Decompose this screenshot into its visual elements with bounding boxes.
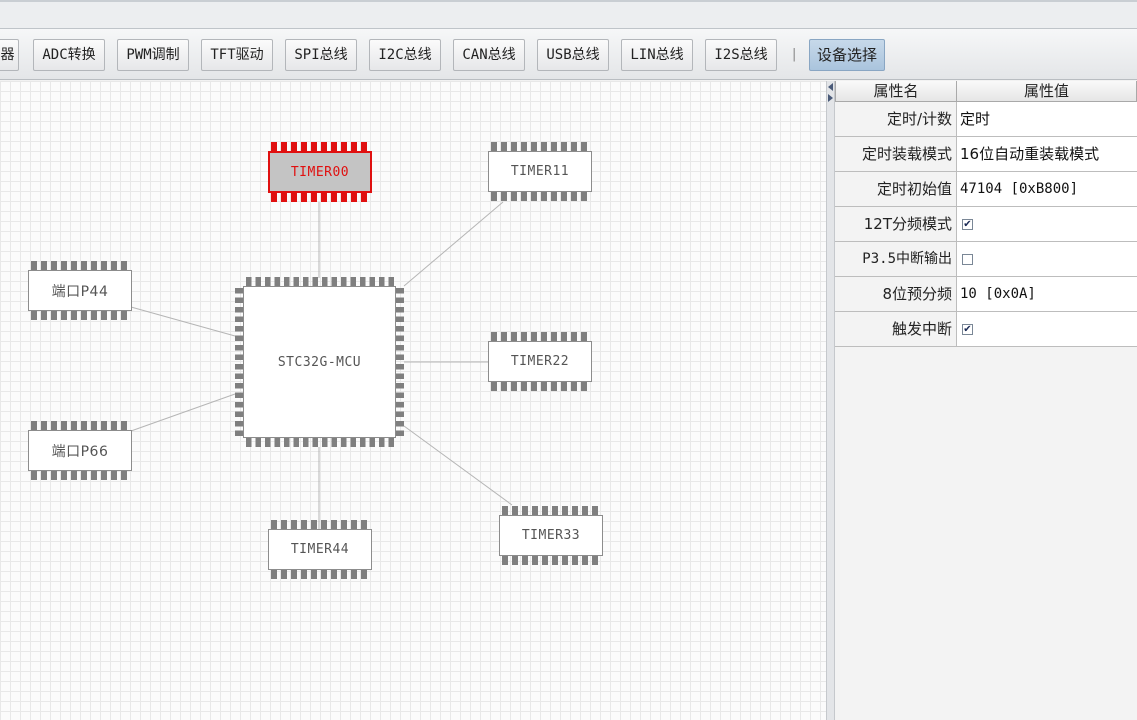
property-row[interactable]: 12T分频模式 ✔ — [835, 207, 1137, 242]
timer33-bottom-pins — [500, 556, 602, 565]
timer00-top-pins — [269, 142, 371, 151]
connection-lines — [130, 201, 513, 530]
property-value[interactable]: 10 [0x0A] — [957, 277, 1137, 312]
diagram-canvas[interactable]: TIMER00 TIMER11 TIMER22 TIMER33 TIMER44 … — [0, 81, 826, 720]
timer33-top-pins — [500, 506, 602, 515]
property-value[interactable]: 47104 [0xB800] — [957, 172, 1137, 207]
pwm-button[interactable]: PWM调制 — [117, 39, 189, 71]
port-p44-bottom-pins — [29, 311, 131, 320]
tft-button[interactable]: TFT驱动 — [201, 39, 273, 71]
timer44-chip[interactable]: TIMER44 — [268, 529, 372, 570]
timer44-bottom-pins — [269, 570, 371, 579]
property-name: 触发中断 — [835, 312, 957, 347]
timer11-bottom-pins — [489, 192, 591, 201]
i2s-button[interactable]: I2S总线 — [705, 39, 777, 71]
mcu-bottom-pins — [244, 438, 396, 447]
property-value — [957, 242, 1137, 277]
timer22-bottom-pins — [489, 382, 591, 391]
device-select-button[interactable]: 设备选择 — [809, 39, 885, 71]
checkbox-p35-interrupt-output[interactable] — [962, 254, 973, 265]
usb-button[interactable]: USB总线 — [537, 39, 609, 71]
mcu-left-pins — [235, 286, 243, 438]
timer11-top-pins — [489, 142, 591, 151]
property-table: 属性名 属性值 定时/计数 定时 定时装载模式 16位自动重装载模式 定时初始值… — [835, 81, 1137, 720]
port-p44-top-pins — [29, 261, 131, 270]
toolbar: 器 ADC转换 PWM调制 TFT驱动 SPI总线 I2C总线 CAN总线 US… — [0, 29, 1137, 80]
mcu-chip[interactable]: STC32G-MCU — [243, 286, 396, 438]
mcu-right-pins — [396, 286, 404, 438]
timer11-chip[interactable]: TIMER11 — [488, 151, 592, 192]
checkbox-trigger-interrupt[interactable]: ✔ — [962, 324, 973, 335]
can-button[interactable]: CAN总线 — [453, 39, 525, 71]
i2c-button[interactable]: I2C总线 — [369, 39, 441, 71]
mcu-top-pins — [244, 277, 396, 286]
collapse-right-icon[interactable] — [828, 94, 833, 102]
property-row[interactable]: 定时初始值 47104 [0xB800] — [835, 172, 1137, 207]
property-value[interactable]: 16位自动重装载模式 — [957, 137, 1137, 172]
port-p66-bottom-pins — [29, 471, 131, 480]
property-row[interactable]: P3.5中断输出 — [835, 242, 1137, 277]
port-p66-top-pins — [29, 421, 131, 430]
collapse-left-icon[interactable] — [828, 83, 833, 91]
timer00-chip[interactable]: TIMER00 — [268, 151, 372, 193]
lin-button[interactable]: LIN总线 — [621, 39, 693, 71]
window-title-strip — [0, 0, 1137, 29]
property-row[interactable]: 8位预分频 10 [0x0A] — [835, 277, 1137, 312]
property-name-header[interactable]: 属性名 — [835, 81, 957, 102]
property-value-header[interactable]: 属性值 — [957, 81, 1137, 102]
port-p66-chip[interactable]: 端口P66 — [28, 430, 132, 471]
checkbox-12t-mode[interactable]: ✔ — [962, 219, 973, 230]
property-name: 12T分频模式 — [835, 207, 957, 242]
timer22-top-pins — [489, 332, 591, 341]
spi-button[interactable]: SPI总线 — [285, 39, 357, 71]
property-row[interactable]: 定时装载模式 16位自动重装载模式 — [835, 137, 1137, 172]
property-name: 定时装载模式 — [835, 137, 957, 172]
link-port-p66 — [130, 393, 236, 432]
property-value: ✔ — [957, 312, 1137, 347]
property-name: 8位预分频 — [835, 277, 957, 312]
property-value: ✔ — [957, 207, 1137, 242]
link-timer11 — [403, 201, 504, 287]
property-row[interactable]: 定时/计数 定时 — [835, 102, 1137, 137]
port-p44-chip[interactable]: 端口P44 — [28, 270, 132, 311]
property-row[interactable]: 触发中断 ✔ — [835, 312, 1137, 347]
property-name: 定时初始值 — [835, 172, 957, 207]
adc-button[interactable]: ADC转换 — [33, 39, 105, 71]
timer22-chip[interactable]: TIMER22 — [488, 341, 592, 382]
timer00-bottom-pins — [269, 193, 371, 202]
toolbar-separator: | — [792, 47, 797, 62]
property-name: 定时/计数 — [835, 102, 957, 137]
property-value[interactable]: 定时 — [957, 102, 1137, 137]
link-timer33 — [403, 425, 513, 506]
property-name: P3.5中断输出 — [835, 242, 957, 277]
timer33-chip[interactable]: TIMER33 — [499, 515, 603, 556]
link-port-p44 — [130, 306, 236, 337]
panel-splitter[interactable] — [826, 81, 835, 720]
toolbar-button-partial[interactable]: 器 — [0, 39, 19, 71]
timer44-top-pins — [269, 520, 371, 529]
